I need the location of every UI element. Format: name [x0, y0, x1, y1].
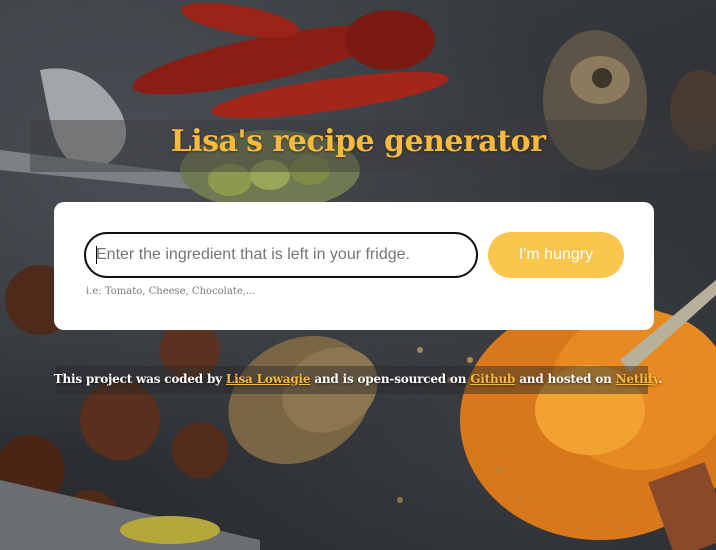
footer-text-before: This project was coded by: [53, 372, 226, 386]
github-link[interactable]: Github: [470, 372, 515, 386]
im-hungry-button[interactable]: I'm hungry: [488, 232, 624, 278]
footer-text-middle: and is open-sourced on: [310, 372, 471, 386]
author-link[interactable]: Lisa Lowagie: [226, 372, 311, 386]
netlify-link[interactable]: Netlify: [616, 372, 659, 386]
text-caret: [96, 246, 97, 264]
page-title: Lisa's recipe generator: [170, 124, 546, 159]
search-card: I'm hungry i.e: Tomato, Cheese, Chocolat…: [54, 202, 654, 330]
footer-credits: This project was coded by Lisa Lowagie a…: [0, 372, 716, 386]
ingredient-search-input[interactable]: [84, 232, 478, 278]
footer-text-after: and hosted on: [515, 372, 616, 386]
ingredient-hint: i.e: Tomato, Cheese, Chocolate,...: [86, 286, 256, 297]
footer-text-end: .: [658, 372, 663, 386]
